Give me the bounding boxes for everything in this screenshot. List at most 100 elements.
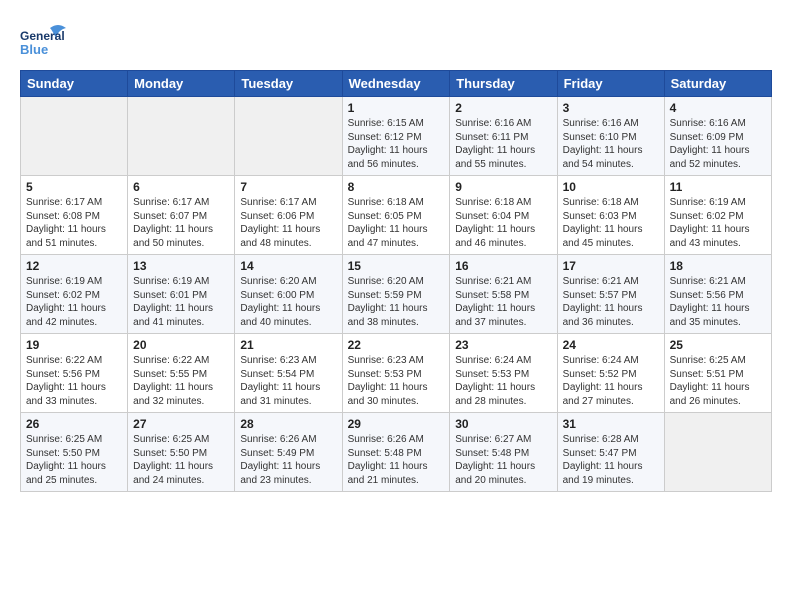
day-info: Sunrise: 6:22 AM Sunset: 5:56 PM Dayligh…: [26, 354, 122, 408]
day-number: 13: [133, 259, 229, 273]
day-number: 3: [563, 101, 659, 115]
day-header: Friday: [557, 71, 664, 97]
day-number: 15: [348, 259, 445, 273]
calendar-cell: 24Sunrise: 6:24 AM Sunset: 5:52 PM Dayli…: [557, 334, 664, 413]
calendar-cell: 12 Sunrise: 6:19 AM Sunset: 6:02 PM Dayli…: [21, 255, 128, 334]
day-number: 1: [348, 101, 445, 115]
day-info: Sunrise: 6:22 AM Sunset: 5:55 PM Dayligh…: [133, 354, 229, 408]
day-info: Sunrise: 6:27 AM Sunset: 5:48 PM Dayligh…: [455, 433, 551, 487]
calendar-cell: 27 Sunrise: 6:25 AM Sunset: 5:50 PM Dayli…: [128, 413, 235, 492]
calendar-cell: 20 Sunrise: 6:22 AM Sunset: 5:55 PM Dayli…: [128, 334, 235, 413]
day-info: Sunrise: 6:25 AM Sunset: 5:50 PM Dayligh…: [26, 433, 122, 487]
day-number: 16: [455, 259, 551, 273]
day-number: 22: [348, 338, 445, 352]
svg-text:General: General: [20, 29, 65, 43]
day-info: Sunrise: 6:18 AM Sunset: 6:05 PM Dayligh…: [348, 196, 445, 250]
calendar-cell: 21Sunrise: 6:23 AM Sunset: 5:54 PM Dayli…: [235, 334, 342, 413]
day-info: Sunrise: 6:18 AM Sunset: 6:04 PM Dayligh…: [455, 196, 551, 250]
day-info: Sunrise: 6:24 AM Sunset: 5:53 PM Dayligh…: [455, 354, 551, 408]
calendar-week: 1 Sunrise: 6:15 AM Sunset: 6:12 PM Daylig…: [21, 97, 772, 176]
day-number: 24: [563, 338, 659, 352]
day-info: Sunrise: 6:18 AM Sunset: 6:03 PM Dayligh…: [563, 196, 659, 250]
calendar-cell: 22 Sunrise: 6:23 AM Sunset: 5:53 PM Dayli…: [342, 334, 450, 413]
day-number: 30: [455, 417, 551, 431]
day-header: Wednesday: [342, 71, 450, 97]
day-number: 21: [240, 338, 336, 352]
calendar-cell: 4 Sunrise: 6:16 AM Sunset: 6:09 PM Daylig…: [664, 97, 771, 176]
day-number: 10: [563, 180, 659, 194]
calendar-cell: 26 Sunrise: 6:25 AM Sunset: 5:50 PM Dayli…: [21, 413, 128, 492]
calendar-table: SundayMondayTuesdayWednesdayThursdayFrid…: [20, 70, 772, 492]
day-number: 19: [26, 338, 122, 352]
day-info: Sunrise: 6:28 AM Sunset: 5:47 PM Dayligh…: [563, 433, 659, 487]
calendar-body: 1 Sunrise: 6:15 AM Sunset: 6:12 PM Daylig…: [21, 97, 772, 492]
calendar-cell: 29 Sunrise: 6:26 AM Sunset: 5:48 PM Dayli…: [342, 413, 450, 492]
day-number: 29: [348, 417, 445, 431]
day-info: Sunrise: 6:15 AM Sunset: 6:12 PM Dayligh…: [348, 117, 445, 171]
day-number: 26: [26, 417, 122, 431]
calendar-week: 12 Sunrise: 6:19 AM Sunset: 6:02 PM Dayli…: [21, 255, 772, 334]
logo: GeneralBlue: [20, 20, 70, 60]
calendar-cell: [128, 97, 235, 176]
calendar-cell: 2Sunrise: 6:16 AM Sunset: 6:11 PM Daylig…: [450, 97, 557, 176]
calendar-cell: 14 Sunrise: 6:20 AM Sunset: 6:00 PM Dayli…: [235, 255, 342, 334]
day-number: 2: [455, 101, 551, 115]
day-info: Sunrise: 6:17 AM Sunset: 6:08 PM Dayligh…: [26, 196, 122, 250]
day-number: 31: [563, 417, 659, 431]
day-info: Sunrise: 6:26 AM Sunset: 5:48 PM Dayligh…: [348, 433, 445, 487]
day-number: 17: [563, 259, 659, 273]
calendar-cell: 7Sunrise: 6:17 AM Sunset: 6:06 PM Daylig…: [235, 176, 342, 255]
day-header: Monday: [128, 71, 235, 97]
day-number: 9: [455, 180, 551, 194]
header-row: SundayMondayTuesdayWednesdayThursdayFrid…: [21, 71, 772, 97]
day-number: 28: [240, 417, 336, 431]
day-number: 4: [670, 101, 766, 115]
calendar-cell: 25 Sunrise: 6:25 AM Sunset: 5:51 PM Dayli…: [664, 334, 771, 413]
calendar-header: SundayMondayTuesdayWednesdayThursdayFrid…: [21, 71, 772, 97]
day-info: Sunrise: 6:21 AM Sunset: 5:58 PM Dayligh…: [455, 275, 551, 329]
day-number: 18: [670, 259, 766, 273]
day-info: Sunrise: 6:25 AM Sunset: 5:51 PM Dayligh…: [670, 354, 766, 408]
day-info: Sunrise: 6:26 AM Sunset: 5:49 PM Dayligh…: [240, 433, 336, 487]
calendar-cell: 28 Sunrise: 6:26 AM Sunset: 5:49 PM Dayli…: [235, 413, 342, 492]
calendar-cell: 30 Sunrise: 6:27 AM Sunset: 5:48 PM Dayli…: [450, 413, 557, 492]
day-number: 12: [26, 259, 122, 273]
calendar-cell: 19 Sunrise: 6:22 AM Sunset: 5:56 PM Dayli…: [21, 334, 128, 413]
day-number: 27: [133, 417, 229, 431]
day-info: Sunrise: 6:19 AM Sunset: 6:02 PM Dayligh…: [26, 275, 122, 329]
day-info: Sunrise: 6:20 AM Sunset: 5:59 PM Dayligh…: [348, 275, 445, 329]
day-number: 23: [455, 338, 551, 352]
calendar-cell: 1 Sunrise: 6:15 AM Sunset: 6:12 PM Daylig…: [342, 97, 450, 176]
calendar-cell: 10 Sunrise: 6:18 AM Sunset: 6:03 PM Dayli…: [557, 176, 664, 255]
calendar-cell: 23 Sunrise: 6:24 AM Sunset: 5:53 PM Dayli…: [450, 334, 557, 413]
page-header: GeneralBlue: [20, 20, 772, 60]
day-info: Sunrise: 6:25 AM Sunset: 5:50 PM Dayligh…: [133, 433, 229, 487]
calendar-cell: 15 Sunrise: 6:20 AM Sunset: 5:59 PM Dayli…: [342, 255, 450, 334]
calendar-cell: 9 Sunrise: 6:18 AM Sunset: 6:04 PM Daylig…: [450, 176, 557, 255]
day-number: 8: [348, 180, 445, 194]
day-info: Sunrise: 6:16 AM Sunset: 6:09 PM Dayligh…: [670, 117, 766, 171]
calendar-cell: 8 Sunrise: 6:18 AM Sunset: 6:05 PM Daylig…: [342, 176, 450, 255]
calendar-cell: [21, 97, 128, 176]
calendar-cell: 3 Sunrise: 6:16 AM Sunset: 6:10 PM Daylig…: [557, 97, 664, 176]
calendar-cell: 6 Sunrise: 6:17 AM Sunset: 6:07 PM Daylig…: [128, 176, 235, 255]
calendar-cell: 16 Sunrise: 6:21 AM Sunset: 5:58 PM Dayli…: [450, 255, 557, 334]
day-header: Saturday: [664, 71, 771, 97]
calendar-cell: 11Sunrise: 6:19 AM Sunset: 6:02 PM Dayli…: [664, 176, 771, 255]
day-number: 25: [670, 338, 766, 352]
calendar-week: 26 Sunrise: 6:25 AM Sunset: 5:50 PM Dayli…: [21, 413, 772, 492]
day-number: 20: [133, 338, 229, 352]
day-info: Sunrise: 6:19 AM Sunset: 6:02 PM Dayligh…: [670, 196, 766, 250]
day-info: Sunrise: 6:16 AM Sunset: 6:10 PM Dayligh…: [563, 117, 659, 171]
day-number: 14: [240, 259, 336, 273]
day-info: Sunrise: 6:21 AM Sunset: 5:56 PM Dayligh…: [670, 275, 766, 329]
day-info: Sunrise: 6:20 AM Sunset: 6:00 PM Dayligh…: [240, 275, 336, 329]
day-header: Tuesday: [235, 71, 342, 97]
day-info: Sunrise: 6:23 AM Sunset: 5:53 PM Dayligh…: [348, 354, 445, 408]
calendar-cell: 5Sunrise: 6:17 AM Sunset: 6:08 PM Daylig…: [21, 176, 128, 255]
day-number: 6: [133, 180, 229, 194]
day-info: Sunrise: 6:17 AM Sunset: 6:07 PM Dayligh…: [133, 196, 229, 250]
calendar-cell: [235, 97, 342, 176]
calendar-cell: 17Sunrise: 6:21 AM Sunset: 5:57 PM Dayli…: [557, 255, 664, 334]
calendar-cell: 13Sunrise: 6:19 AM Sunset: 6:01 PM Dayli…: [128, 255, 235, 334]
